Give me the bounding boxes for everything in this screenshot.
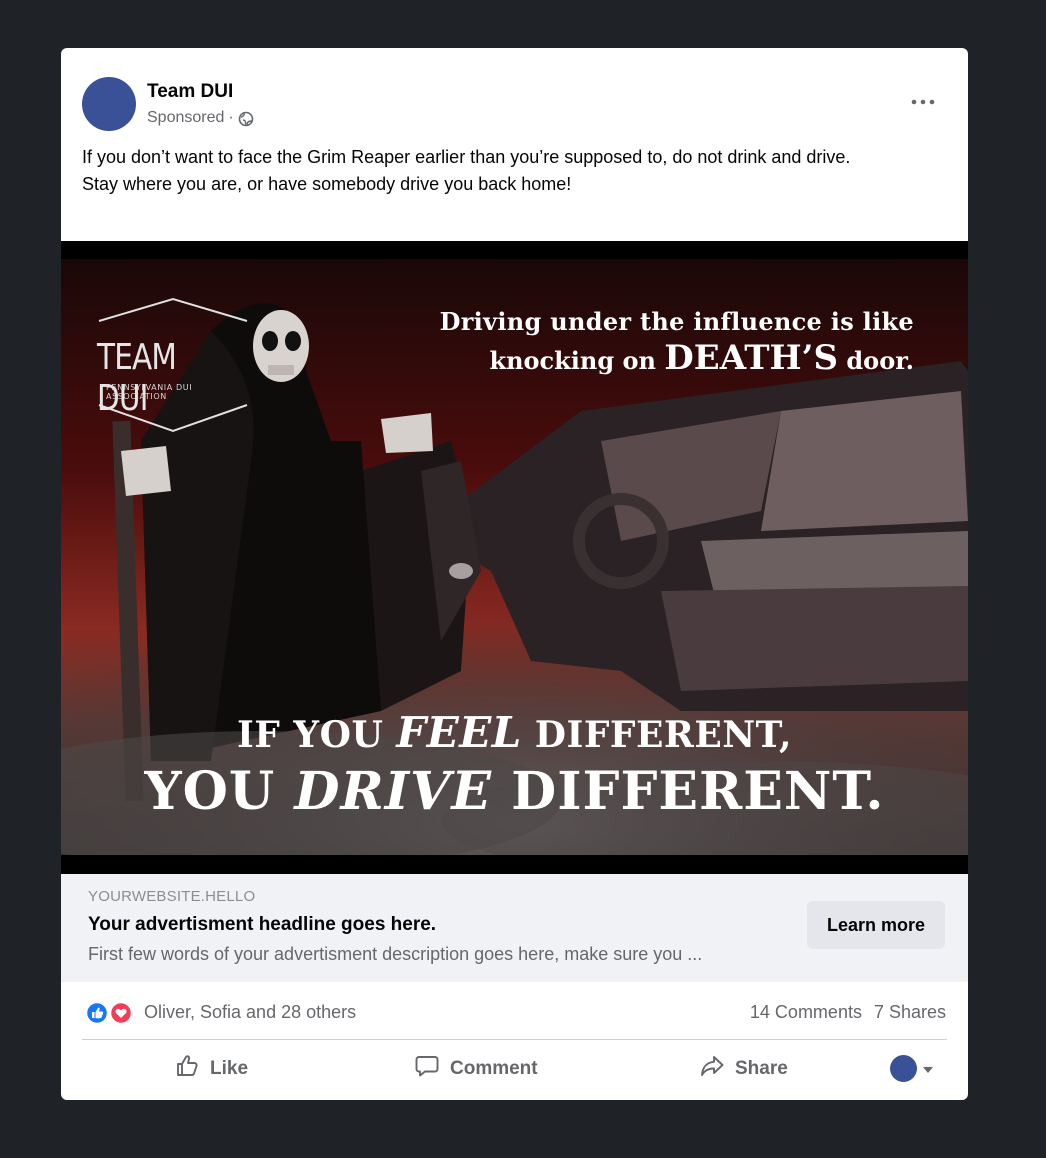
- tagline-1c: DIFFERENT,: [521, 714, 793, 756]
- more-options-icon[interactable]: [905, 90, 941, 114]
- comment-share-counts: 14 Comments 7 Shares: [750, 1002, 946, 1023]
- post-text-line-2: Stay where you are, or have somebody dri…: [82, 174, 572, 194]
- tagline-1b: FEEL: [396, 708, 522, 757]
- headline-line-2a: knocking on: [489, 346, 665, 375]
- chevron-down-icon: [923, 1060, 933, 1078]
- page-avatar[interactable]: [82, 77, 136, 131]
- comment-button[interactable]: Comment: [414, 1051, 538, 1087]
- divider: [82, 1039, 947, 1040]
- image-tagline-1: IF YOU FEEL DIFFERENT,: [61, 708, 968, 757]
- sponsored-label[interactable]: Sponsored: [147, 109, 224, 127]
- engagement-stats: Oliver, Sofia and 28 others 14 Comments …: [61, 982, 968, 1040]
- comment-label: Comment: [450, 1058, 538, 1079]
- shares-count[interactable]: 7 Shares: [874, 1002, 946, 1023]
- post-text: If you don’t want to face the Grim Reape…: [82, 144, 952, 198]
- sponsored-line: Sponsored ·: [147, 109, 254, 127]
- image-tagline-2: YOU DRIVE DIFFERENT.: [61, 761, 968, 822]
- page-avatar-small: [890, 1055, 917, 1082]
- separator: ·: [228, 109, 234, 126]
- comments-count[interactable]: 14 Comments: [750, 1002, 862, 1023]
- post-as-selector[interactable]: [890, 1055, 933, 1082]
- tagline-2a: YOU: [144, 761, 295, 822]
- team-dui-logo: TEAM DUI PENNSYLVANIA DUI ASSOCIATION: [97, 299, 247, 433]
- link-domain: YOURWEBSITE.HELLO: [88, 888, 256, 905]
- post-header: Team DUI Sponsored · If you don’t want t…: [61, 48, 968, 241]
- ad-image[interactable]: TEAM DUI PENNSYLVANIA DUI ASSOCIATION Dr…: [61, 241, 968, 874]
- comment-icon: [414, 1053, 440, 1085]
- share-button[interactable]: Share: [699, 1051, 788, 1087]
- link-preview[interactable]: YOURWEBSITE.HELLO Your advertisment head…: [61, 874, 968, 982]
- like-reaction-icon: [85, 1001, 109, 1025]
- share-label: Share: [735, 1058, 788, 1079]
- link-description: First few words of your advertisment des…: [88, 944, 703, 964]
- image-headline-line-2: knocking on DEATH’S door.: [489, 341, 914, 378]
- like-icon: [174, 1053, 200, 1085]
- tagline-1a: IF YOU: [236, 714, 397, 756]
- action-bar: Like Comment Share: [61, 1041, 968, 1099]
- image-headline-line-1: Driving under the influence is like: [439, 307, 914, 336]
- love-reaction-icon: [109, 1001, 133, 1025]
- learn-more-button[interactable]: Learn more: [807, 901, 945, 949]
- like-button[interactable]: Like: [174, 1051, 248, 1087]
- globe-icon: [238, 111, 254, 127]
- post-text-line-1: If you don’t want to face the Grim Reape…: [82, 147, 851, 167]
- tagline-2b: DRIVE: [294, 761, 493, 822]
- reaction-names[interactable]: Oliver, Sofia and 28 others: [144, 1002, 356, 1023]
- headline-line-2b: DEATH’S: [664, 338, 839, 378]
- link-headline[interactable]: Your advertisment headline goes here.: [88, 914, 436, 936]
- page-name[interactable]: Team DUI: [147, 81, 233, 103]
- reaction-icons[interactable]: [84, 1001, 134, 1025]
- logo-sub-text: PENNSYLVANIA DUI ASSOCIATION: [106, 383, 193, 401]
- like-label: Like: [210, 1058, 249, 1079]
- share-icon: [699, 1053, 725, 1085]
- headline-line-2c: door.: [838, 346, 914, 375]
- tagline-2c: DIFFERENT.: [492, 761, 885, 822]
- logo-main-text: TEAM DUI: [97, 337, 177, 419]
- post-card: Team DUI Sponsored · If you don’t want t…: [61, 48, 968, 1100]
